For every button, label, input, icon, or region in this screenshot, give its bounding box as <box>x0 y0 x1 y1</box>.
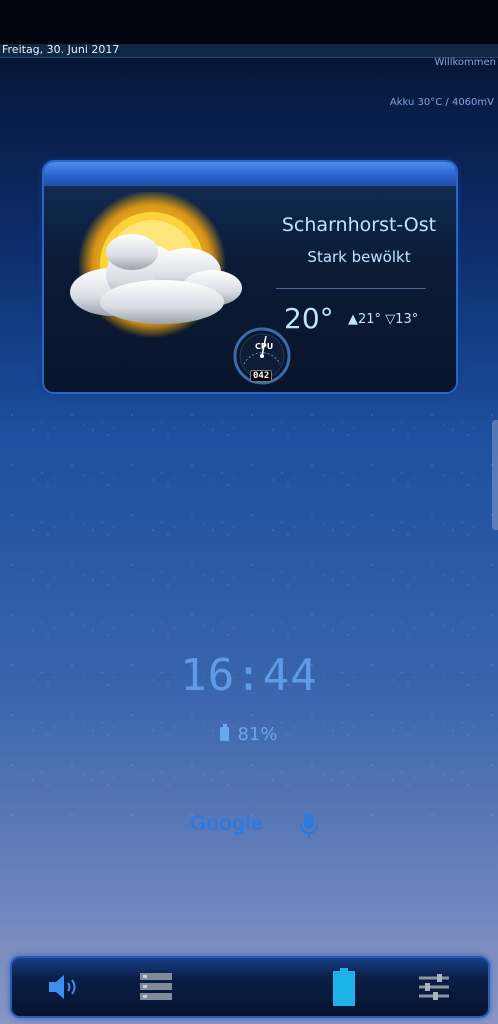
weather-widget-header <box>44 162 456 186</box>
bottom-dock <box>10 956 490 1018</box>
welcome-text: Willkommen <box>434 57 496 68</box>
wallpaper-sparkles <box>0 400 498 820</box>
battery-percent: 81% <box>237 724 278 745</box>
battery-status: 81% <box>0 724 498 745</box>
volume-icon[interactable] <box>42 966 86 1008</box>
cpu-label: CPU <box>255 342 274 351</box>
weather-location: Scharnhorst-Ost <box>281 214 437 236</box>
weather-divider <box>276 288 426 289</box>
battery-icon <box>220 724 230 741</box>
date-text: Freitag, 30. Juni 2017 <box>2 43 120 56</box>
weather-widget[interactable]: Scharnhorst-Ost Stark bewölkt 20° ▲21° ▽… <box>42 160 458 394</box>
weather-condition: Stark bewölkt <box>307 248 411 266</box>
partly-cloudy-icon <box>70 192 242 338</box>
microphone-icon[interactable] <box>298 812 320 840</box>
settings-sliders-icon[interactable] <box>412 966 456 1008</box>
battery-info-text: Akku 30°C / 4060mV <box>389 97 494 108</box>
low-temperature: ▽13° <box>385 312 419 327</box>
cpu-value: 042 <box>250 370 273 382</box>
status-bar-background <box>0 0 498 44</box>
google-search-label[interactable]: Google <box>190 812 262 836</box>
high-low-temperature: ▲21° ▽13° <box>348 312 418 327</box>
storage-icon[interactable] <box>134 966 178 1008</box>
edge-panel-handle[interactable] <box>492 420 498 530</box>
battery-dock-icon[interactable] <box>322 966 366 1008</box>
clock-time[interactable]: 16:44 <box>0 650 498 701</box>
high-temperature: ▲21° <box>348 312 382 327</box>
